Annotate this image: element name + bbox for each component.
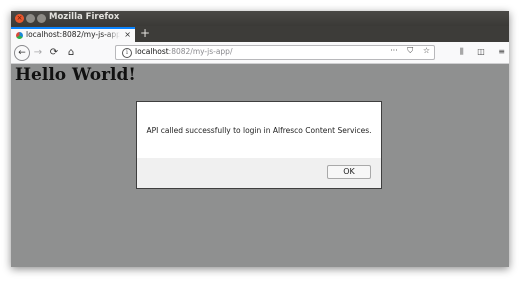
url-text[interactable]: localhost:8082/my-js-app/: [135, 47, 232, 56]
bookmark-star-icon[interactable]: ☆: [423, 46, 430, 55]
menu-icon[interactable]: ≡: [498, 47, 505, 56]
dialog-footer: OK: [137, 158, 381, 188]
forward-button[interactable]: →: [31, 46, 45, 60]
favicon-icon: [16, 32, 23, 39]
back-button[interactable]: ←: [14, 45, 30, 61]
reload-button[interactable]: ⟳: [47, 46, 61, 60]
minimize-window-button[interactable]: [26, 14, 35, 23]
navigation-toolbar: ← → ⟳ ⌂ i localhost:8082/my-js-app/ ··· …: [11, 42, 509, 64]
new-tab-button[interactable]: +: [140, 26, 150, 41]
tab-close-icon[interactable]: ×: [124, 30, 131, 40]
alert-dialog: API called successfully to login in Alfr…: [136, 101, 382, 189]
url-actions: ··· ⛉ ☆: [383, 46, 430, 56]
ok-button[interactable]: OK: [327, 165, 371, 179]
pocket-icon[interactable]: ⛉: [407, 46, 413, 55]
tab-localhost[interactable]: localhost:8082/my-js-app/ ×: [11, 27, 135, 42]
dialog-message: API called successfully to login in Alfr…: [146, 126, 372, 135]
tab-title: localhost:8082/my-js-app/: [26, 30, 120, 39]
tab-strip: localhost:8082/my-js-app/ × +: [11, 26, 509, 42]
home-button[interactable]: ⌂: [64, 46, 78, 60]
site-info-icon[interactable]: i: [122, 48, 132, 58]
library-icon[interactable]: ⫼: [460, 47, 464, 56]
url-host: localhost: [135, 47, 169, 56]
toolbar-right: ⫼ ◫ ≡: [449, 47, 505, 57]
browser-window: × Mozilla Firefox localhost:8082/my-js-a…: [11, 11, 509, 267]
title-bar: × Mozilla Firefox: [11, 11, 509, 26]
url-path: :8082/my-js-app/: [168, 47, 233, 56]
window-title: Mozilla Firefox: [49, 12, 120, 22]
sidebar-icon[interactable]: ◫: [477, 47, 485, 56]
page-heading: Hello World!: [15, 65, 136, 85]
page-content: Hello World! API called successfully to …: [11, 64, 509, 267]
close-window-button[interactable]: ×: [15, 14, 24, 23]
maximize-window-button[interactable]: [37, 14, 46, 23]
url-bar[interactable]: i localhost:8082/my-js-app/ ··· ⛉ ☆: [115, 45, 435, 60]
page-actions-icon[interactable]: ···: [390, 46, 398, 55]
